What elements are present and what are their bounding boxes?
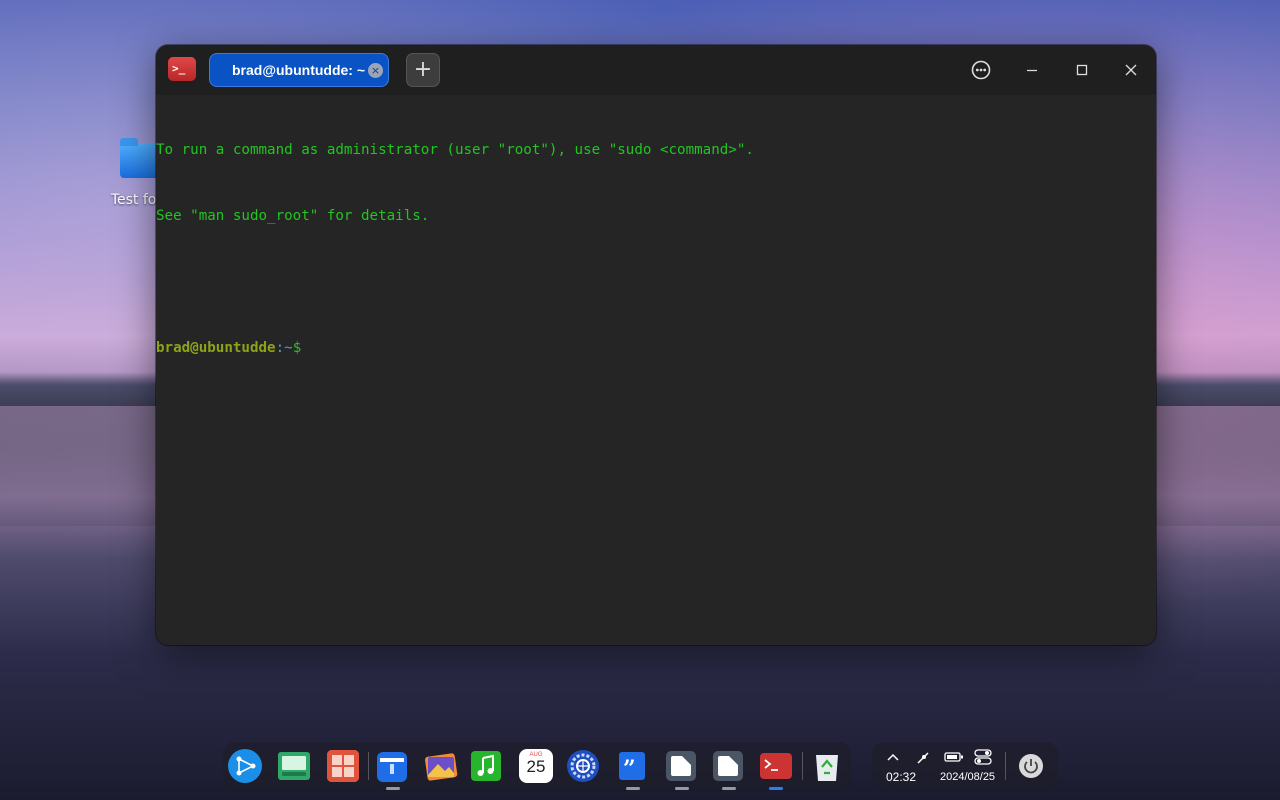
quote-editor-icon[interactable]: ” [615,749,649,783]
running-indicator [722,787,736,790]
title-bar[interactable]: >_ brad@ubuntudde: ~ × + [156,45,1156,95]
maximize-icon[interactable] [1070,58,1094,82]
multitasking-view-icon[interactable] [277,749,311,783]
calendar-day: 25 [526,757,546,776]
launcher-icon[interactable] [228,749,262,783]
toggle-settings-icon[interactable] [974,748,992,766]
running-indicator [386,787,400,790]
tab-terminal[interactable]: brad@ubuntudde: ~ × [209,53,389,87]
grid-apps-icon[interactable] [326,749,360,783]
battery-icon[interactable] [944,750,964,764]
running-indicator [626,787,640,790]
prompt-sign: $ [292,340,302,356]
terminal-window: >_ brad@ubuntudde: ~ × + To run a comman… [156,45,1156,645]
more-icon[interactable] [969,58,993,82]
dock-separator [802,752,803,780]
prompt-path: :~ [275,340,293,356]
tab-close-icon[interactable]: × [368,63,383,78]
clock-time[interactable]: 02:32 [886,770,916,784]
terminal-line: To run a command as administrator (user … [156,142,754,158]
clock-date[interactable]: 2024/08/25 [940,771,995,783]
terminal-prompt: brad@ubuntudde:~$ [156,337,1156,359]
system-tray: 02:32 2024/08/25 [872,742,1058,790]
calendar-icon[interactable]: AUG 25 [519,749,553,783]
tray-separator [1005,752,1006,780]
dock-separator [368,752,369,780]
window-icon[interactable] [711,749,745,783]
prompt-user-host: brad@ubuntudde [156,340,276,356]
chevron-up-icon[interactable] [886,751,900,765]
terminal-output[interactable]: To run a command as administrator (user … [156,95,1156,645]
svg-text:”: ” [623,756,636,782]
minimize-icon[interactable] [1020,58,1044,82]
dock: AUG 25 ” [223,742,851,790]
settings-gear-icon[interactable] [566,749,600,783]
tab-label: brad@ubuntudde: ~ [232,62,366,78]
window-icon[interactable] [664,749,698,783]
trash-recycle-icon[interactable] [810,749,844,783]
network-icon[interactable] [916,751,930,765]
close-icon[interactable] [1119,58,1143,82]
power-icon[interactable] [1018,753,1044,779]
active-indicator [769,787,783,790]
photos-icon[interactable] [424,749,458,783]
music-icon[interactable] [469,749,503,783]
running-indicator [675,787,689,790]
terminal-icon: >_ [168,57,196,81]
file-manager-icon[interactable] [375,749,409,783]
terminal-icon[interactable] [759,749,793,783]
terminal-line: See "man sudo_root" for details. [156,208,430,224]
new-tab-button[interactable]: + [406,53,440,87]
